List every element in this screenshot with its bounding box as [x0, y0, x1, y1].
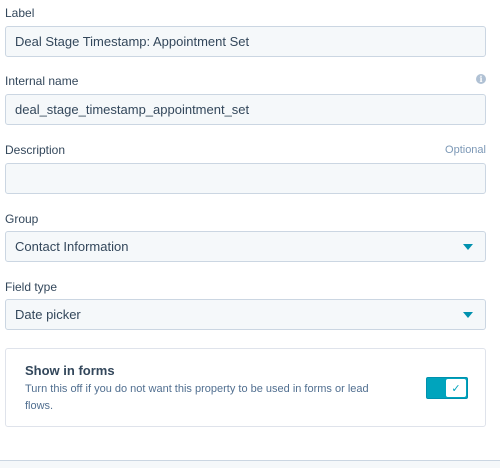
internal-name-value: deal_stage_timestamp_appointment_set: [15, 102, 250, 117]
description-input[interactable]: [5, 163, 486, 194]
show-in-forms-title: Show in forms: [25, 363, 115, 378]
show-in-forms-description: Turn this off if you do not want this pr…: [25, 383, 369, 412]
label-input-value: Deal Stage Timestamp: Appointment Set: [15, 34, 250, 49]
check-icon: ✓: [446, 379, 466, 397]
show-in-forms-toggle[interactable]: ✓: [426, 377, 468, 399]
group-select-value: Contact Information: [15, 239, 129, 254]
label-input[interactable]: Deal Stage Timestamp: Appointment Set: [5, 26, 486, 57]
caret-down-icon: [463, 244, 473, 250]
group-label: Group: [5, 212, 39, 226]
field-type-select-value: Date picker: [15, 307, 81, 322]
show-in-forms-card: Show in forms Turn this off if you do no…: [5, 348, 486, 427]
internal-name-input[interactable]: deal_stage_timestamp_appointment_set: [5, 94, 486, 125]
caret-down-icon: [463, 312, 473, 318]
field-type-label: Field type: [5, 280, 58, 294]
optional-indicator: Optional: [445, 144, 486, 156]
field-type-select[interactable]: Date picker: [5, 299, 486, 330]
footer-band: [0, 461, 500, 468]
info-icon[interactable]: i: [476, 74, 486, 84]
label-field-label: Label: [5, 6, 35, 20]
group-select[interactable]: Contact Information: [5, 231, 486, 262]
description-label: Description: [5, 143, 66, 157]
internal-name-label: Internal name: [5, 74, 79, 88]
